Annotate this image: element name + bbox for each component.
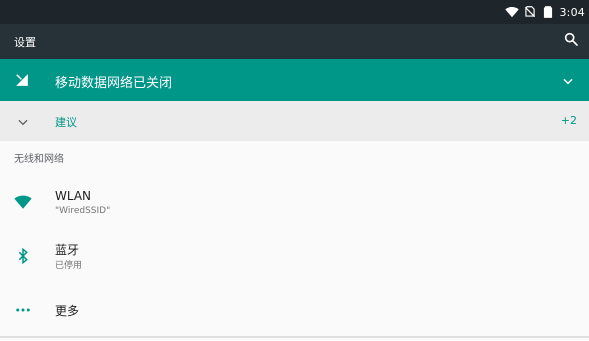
no-sim-icon [523,5,537,19]
mobile-data-off-icon [15,72,29,86]
status-indicators: 3:04 [505,4,585,20]
status-bar: 3:04 [0,0,589,24]
item-title: 更多 [55,304,80,318]
item-title: WLAN [55,189,92,203]
settings-screen: 3:04 设置 移动数据网络已关闭 建议 +2 无线和网络 WLAN "Wire… [0,0,589,341]
list-item-more[interactable]: 更多 [0,286,589,334]
suggestions-count: +2 [560,114,577,127]
page-title: 设置 [14,36,36,49]
suggestions-label: 建议 [55,116,77,129]
chevron-down-icon[interactable] [561,73,575,87]
list-item-bluetooth[interactable]: 蓝牙 已停用 [0,233,589,281]
more-icon [14,301,32,319]
battery-icon [541,5,555,19]
app-bar: 设置 [0,24,589,59]
section-title: 无线和网络 [14,154,64,165]
suggestions-header[interactable]: 建议 +2 [0,101,589,141]
divider [0,336,589,338]
chevron-down-icon [16,114,30,128]
wifi-icon [505,5,520,19]
wifi-icon [14,193,32,211]
item-subtitle: 已停用 [55,261,83,271]
search-icon [563,31,579,51]
list-item-wlan[interactable]: WLAN "WiredSSID" [0,181,589,229]
status-time: 3:04 [559,5,585,19]
search-button[interactable] [561,31,581,51]
item-subtitle: "WiredSSID" [55,206,111,216]
banner-text: 移动数据网络已关闭 [55,76,173,91]
item-title: 蓝牙 [55,243,80,257]
bluetooth-icon [14,247,32,265]
mobile-data-off-banner[interactable]: 移动数据网络已关闭 [0,59,589,101]
